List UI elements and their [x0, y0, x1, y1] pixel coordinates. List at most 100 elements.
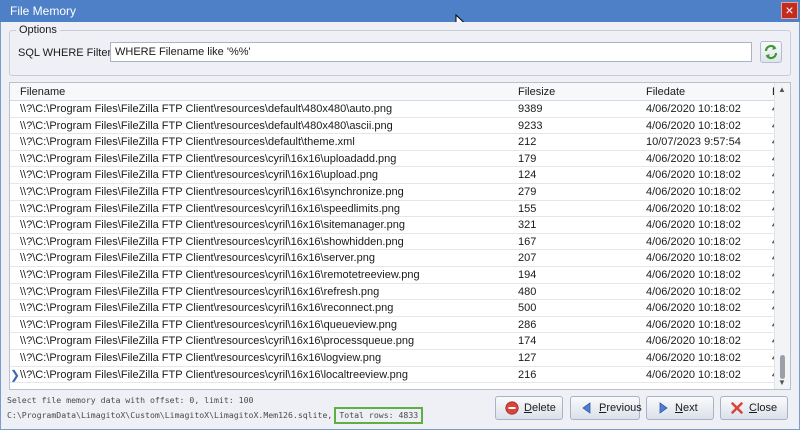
cell-filesize: 179 [518, 152, 537, 165]
delete-label: Delete [524, 402, 556, 414]
cell-filename: \\?\C:\Program Files\FileZilla FTP Clien… [20, 302, 394, 315]
column-filename[interactable]: Filename [20, 86, 65, 98]
cell-filesize: 207 [518, 252, 537, 265]
cell-filesize: 9389 [518, 103, 543, 115]
cell-filesize: 286 [518, 318, 537, 331]
grid-header: Filename Filesize Filedate E [10, 83, 779, 101]
cell-filedate: 4/06/2020 10:18:02 [646, 352, 741, 364]
arrow-right-icon [659, 402, 668, 414]
cell-filedate: 4/06/2020 10:18:02 [646, 202, 741, 215]
current-row-indicator-icon: ❯ [10, 367, 21, 382]
table-row[interactable]: \\?\C:\Program Files\FileZilla FTP Clien… [10, 201, 778, 218]
table-row[interactable]: \\?\C:\Program Files\FileZilla FTP Clien… [10, 333, 778, 350]
cell-filedate: 4/06/2020 10:18:02 [646, 169, 741, 182]
cell-filedate: 4/06/2020 10:18:02 [646, 252, 741, 265]
window-close-button[interactable]: × [781, 2, 798, 19]
cell-filedate: 10/07/2023 9:57:54 [646, 136, 741, 149]
refresh-button[interactable] [760, 41, 782, 63]
cell-filename: \\?\C:\Program Files\FileZilla FTP Clien… [20, 235, 404, 248]
table-row[interactable]: \\?\C:\Program Files\FileZilla FTP Clien… [10, 350, 778, 367]
cell-filesize: 155 [518, 202, 537, 215]
cell-filename: \\?\C:\Program Files\FileZilla FTP Clien… [20, 368, 408, 381]
cell-filename: \\?\C:\Program Files\FileZilla FTP Clien… [20, 152, 397, 165]
cell-filename: \\?\C:\Program Files\FileZilla FTP Clien… [20, 169, 379, 182]
previous-label: Previous [599, 402, 642, 414]
cell-filedate: 4/06/2020 10:18:02 [646, 235, 741, 248]
cell-filename: \\?\C:\Program Files\FileZilla FTP Clien… [20, 269, 420, 281]
filter-label: SQL WHERE Filter [18, 47, 112, 59]
cell-filesize: 174 [518, 335, 537, 348]
cell-filesize: 212 [518, 136, 537, 149]
previous-button[interactable]: Previous [570, 396, 642, 420]
close-icon: × [785, 2, 794, 18]
total-rows-badge: Total rows: 4833 [334, 407, 424, 424]
cell-filename: \\?\C:\Program Files\FileZilla FTP Clien… [20, 136, 355, 149]
refresh-icon [764, 44, 778, 60]
table-row[interactable]: \\?\C:\Program Files\FileZilla FTP Clien… [10, 317, 778, 334]
table-row[interactable]: \\?\C:\Program Files\FileZilla FTP Clien… [10, 101, 778, 118]
cell-filesize: 480 [518, 285, 537, 298]
cell-filedate: 4/06/2020 10:18:02 [646, 335, 741, 348]
cell-filedate: 4/06/2020 10:18:02 [646, 285, 741, 298]
column-filedate[interactable]: Filedate [646, 86, 685, 98]
cell-filesize: 124 [518, 169, 537, 182]
arrow-left-icon [582, 402, 591, 414]
next-button[interactable]: Next [646, 396, 714, 420]
status-line-2: C:\ProgramData\LimagitoX\Custom\Limagito… [7, 410, 333, 420]
cell-filesize: 500 [518, 302, 537, 315]
cell-filedate: 4/06/2020 10:18:02 [646, 152, 741, 165]
cell-filename: \\?\C:\Program Files\FileZilla FTP Clien… [20, 186, 404, 198]
close-x-icon [731, 402, 743, 414]
cell-filename: \\?\C:\Program Files\FileZilla FTP Clien… [20, 119, 393, 132]
scroll-down-icon[interactable]: ▼ [778, 378, 786, 387]
cell-filesize: 194 [518, 269, 537, 281]
sql-filter-input[interactable] [110, 42, 752, 62]
scrollbar-thumb[interactable] [780, 355, 785, 379]
cell-filedate: 4/06/2020 10:18:02 [646, 103, 741, 115]
table-row[interactable]: \\?\C:\Program Files\FileZilla FTP Clien… [10, 300, 778, 317]
cell-filesize: 167 [518, 235, 537, 248]
cell-filename: \\?\C:\Program Files\FileZilla FTP Clien… [20, 352, 382, 364]
cell-filename: \\?\C:\Program Files\FileZilla FTP Clien… [20, 219, 405, 232]
cell-filedate: 4/06/2020 10:18:02 [646, 302, 741, 315]
cell-filename: \\?\C:\Program Files\FileZilla FTP Clien… [20, 335, 415, 348]
table-row[interactable]: \\?\C:\Program Files\FileZilla FTP Clien… [10, 118, 778, 135]
cell-filedate: 4/06/2020 10:18:02 [646, 368, 741, 381]
table-row[interactable]: \\?\C:\Program Files\FileZilla FTP Clien… [10, 167, 778, 184]
window-title: File Memory [10, 4, 77, 18]
vertical-scrollbar[interactable]: ▲ ▼ [774, 83, 790, 389]
cell-filedate: 4/06/2020 10:18:02 [646, 119, 741, 132]
delete-button[interactable]: Delete [495, 396, 563, 420]
table-row[interactable]: \\?\C:\Program Files\FileZilla FTP Clien… [10, 267, 778, 284]
cell-filedate: 4/06/2020 10:18:02 [646, 219, 741, 232]
cell-filename: \\?\C:\Program Files\FileZilla FTP Clien… [20, 202, 401, 215]
cell-filename: \\?\C:\Program Files\FileZilla FTP Clien… [20, 318, 398, 331]
table-row[interactable]: \\?\C:\Program Files\FileZilla FTP Clien… [10, 284, 778, 301]
options-legend: Options [16, 24, 60, 36]
status-area: Select file memory data with offset: 0, … [7, 394, 424, 424]
close-button[interactable]: Close [720, 396, 788, 420]
next-label: Next [675, 402, 698, 414]
cell-filesize: 279 [518, 186, 537, 198]
cell-filedate: 4/06/2020 10:18:02 [646, 269, 741, 281]
file-grid[interactable]: Filename Filesize Filedate E \\?\C:\Prog… [9, 82, 791, 390]
cell-filesize: 321 [518, 219, 537, 232]
table-row[interactable]: \\?\C:\Program Files\FileZilla FTP Clien… [10, 367, 778, 384]
cell-filedate: 4/06/2020 10:18:02 [646, 318, 741, 331]
cell-filename: \\?\C:\Program Files\FileZilla FTP Clien… [20, 103, 393, 115]
table-row[interactable]: \\?\C:\Program Files\FileZilla FTP Clien… [10, 217, 778, 234]
scroll-up-icon[interactable]: ▲ [778, 85, 786, 94]
table-row[interactable]: \\?\C:\Program Files\FileZilla FTP Clien… [10, 151, 778, 168]
table-row[interactable]: \\?\C:\Program Files\FileZilla FTP Clien… [10, 134, 778, 151]
cell-filesize: 127 [518, 352, 537, 364]
table-row[interactable]: \\?\C:\Program Files\FileZilla FTP Clien… [10, 250, 778, 267]
cell-filesize: 216 [518, 368, 537, 381]
cell-filename: \\?\C:\Program Files\FileZilla FTP Clien… [20, 252, 375, 265]
options-group: Options SQL WHERE Filter [9, 24, 791, 76]
cell-filedate: 4/06/2020 10:18:02 [646, 186, 741, 198]
delete-icon [505, 401, 519, 415]
column-filesize[interactable]: Filesize [518, 86, 555, 98]
file-memory-window: Options SQL WHERE Filter Filename Filesi… [0, 22, 800, 430]
table-row[interactable]: \\?\C:\Program Files\FileZilla FTP Clien… [10, 184, 778, 201]
table-row[interactable]: \\?\C:\Program Files\FileZilla FTP Clien… [10, 234, 778, 251]
